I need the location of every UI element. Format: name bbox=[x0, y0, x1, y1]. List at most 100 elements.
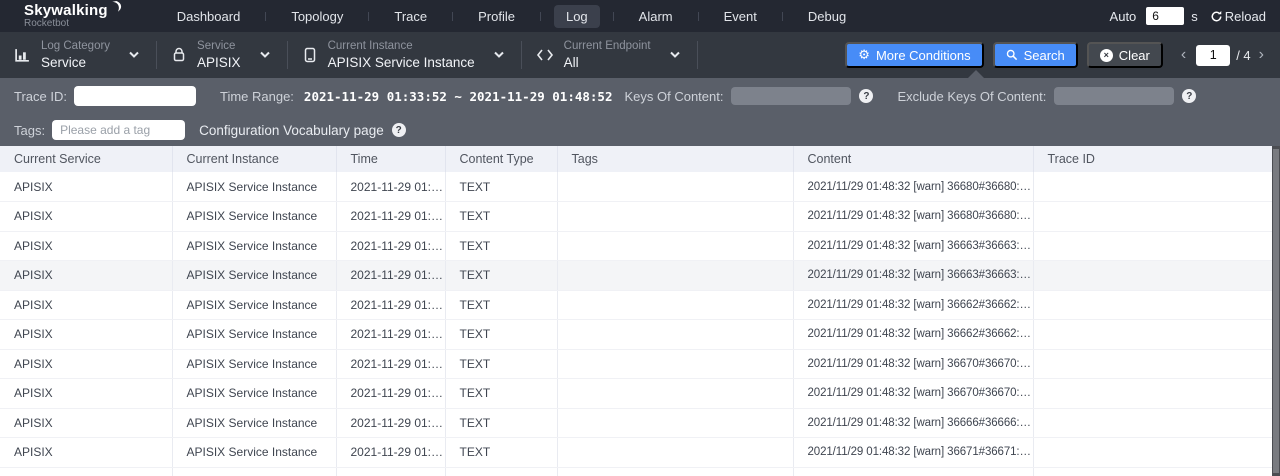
log-table-row[interactable]: APISIXAPISIX Service Instance2021-11-29 … bbox=[0, 202, 1272, 232]
selector-value: APISIX bbox=[197, 56, 241, 70]
exclude-keys-label: Exclude Keys Of Content: bbox=[897, 89, 1046, 104]
cell-trace-id bbox=[1033, 349, 1272, 379]
scrollbar-thumb[interactable] bbox=[1273, 149, 1279, 473]
cell-tags bbox=[557, 172, 793, 202]
cell-content-type: TEXT bbox=[445, 438, 557, 468]
cell-tags bbox=[557, 467, 793, 476]
tab-topology[interactable]: Topology bbox=[279, 5, 355, 28]
cell-time: 2021-11-29 01:48:52 bbox=[336, 202, 445, 232]
selector-current-endpoint[interactable]: Current EndpointAll bbox=[536, 41, 695, 69]
column-header: Current Service bbox=[0, 146, 172, 172]
tab-trace[interactable]: Trace bbox=[382, 5, 439, 28]
cell-time: 2021-11-29 01:48:52 bbox=[336, 320, 445, 350]
cell-current-instance: APISIX Service Instance bbox=[172, 379, 336, 409]
search-button[interactable]: Search bbox=[993, 42, 1078, 68]
cell-current-service: APISIX bbox=[0, 261, 172, 291]
cell-content-type: TEXT bbox=[445, 349, 557, 379]
reload-icon[interactable] bbox=[1210, 10, 1223, 23]
selector-divider bbox=[697, 41, 698, 69]
cell-content: 2021/11/29 01:48:32 [warn] 36662#36662: … bbox=[793, 320, 1033, 350]
cell-current-instance: APISIX Service Instance bbox=[172, 202, 336, 232]
endpoint-icon bbox=[536, 48, 554, 62]
page-number-input[interactable] bbox=[1196, 45, 1230, 66]
tab-log[interactable]: Log bbox=[554, 5, 600, 28]
tags-input[interactable] bbox=[52, 120, 185, 140]
popup-arrow bbox=[967, 70, 985, 79]
clear-button[interactable]: × Clear bbox=[1087, 42, 1163, 68]
vocabulary-help-icon[interactable]: ? bbox=[392, 123, 406, 137]
cell-current-instance: APISIX Service Instance bbox=[172, 172, 336, 202]
cell-current-instance: APISIX Service Instance bbox=[172, 290, 336, 320]
nav-separator bbox=[540, 12, 541, 21]
page-prev-icon[interactable]: ‹ bbox=[1177, 47, 1190, 63]
logo-title: Skywalking bbox=[24, 3, 108, 18]
keys-help-icon[interactable]: ? bbox=[859, 89, 873, 103]
trace-id-input[interactable] bbox=[74, 86, 196, 106]
log-table-row[interactable]: APISIXAPISIX Service Instance2021-11-29 … bbox=[0, 231, 1272, 261]
selector-toolbar: Log CategoryService ServiceAPISIX Current … bbox=[0, 32, 1280, 78]
time-range-value[interactable]: 2021-11-29 01:33:52 ~ 2021-11-29 01:48:5… bbox=[304, 89, 613, 104]
log-table-row[interactable]: APISIXAPISIX Service Instance2021-11-29 … bbox=[0, 320, 1272, 350]
table-header-row: Current ServiceCurrent InstanceTimeConte… bbox=[0, 146, 1272, 172]
log-table-row[interactable]: APISIXAPISIX Service Instance2021-11-29 … bbox=[0, 408, 1272, 438]
selector-service[interactable]: ServiceAPISIX bbox=[171, 41, 285, 69]
logo-swoosh-icon bbox=[109, 1, 122, 18]
log-table-row[interactable]: APISIXAPISIX Service Instance2021-11-29 … bbox=[0, 379, 1272, 409]
gear-icon: ⚙ bbox=[858, 49, 870, 62]
cell-current-service: APISIX bbox=[0, 231, 172, 261]
cell-time: 2021-11-29 01:48:52 bbox=[336, 438, 445, 468]
reload-button[interactable]: Reload bbox=[1225, 9, 1266, 24]
cell-content-type: TEXT bbox=[445, 290, 557, 320]
table-scrollbar[interactable] bbox=[1272, 146, 1280, 476]
trace-id-label: Trace ID: bbox=[14, 89, 67, 104]
nav-separator bbox=[265, 12, 266, 21]
cell-tags bbox=[557, 261, 793, 291]
cell-time: 2021-11-29 01:48:52 bbox=[336, 261, 445, 291]
cell-content: 2021/11/29 01:48:32 [warn] 36663#36663: … bbox=[793, 261, 1033, 291]
cell-current-instance: APISIX Service Instance bbox=[172, 261, 336, 291]
tab-debug[interactable]: Debug bbox=[796, 5, 858, 28]
cell-current-service: APISIX bbox=[0, 202, 172, 232]
cell-content-type: TEXT bbox=[445, 379, 557, 409]
cell-content: 2021/11/29 01:48:32 [warn] 36680#36680: … bbox=[793, 202, 1033, 232]
selector-log-category[interactable]: Log CategoryService bbox=[14, 41, 154, 69]
auto-interval-input[interactable] bbox=[1146, 7, 1184, 25]
log-table-row[interactable]: APISIXAPISIX Service Instance2021-11-29 … bbox=[0, 290, 1272, 320]
cell-trace-id bbox=[1033, 290, 1272, 320]
cell-current-service: APISIX bbox=[0, 290, 172, 320]
tab-event[interactable]: Event bbox=[712, 5, 769, 28]
tab-dashboard[interactable]: Dashboard bbox=[165, 5, 253, 28]
cell-trace-id bbox=[1033, 408, 1272, 438]
clear-label: Clear bbox=[1119, 48, 1150, 63]
cell-trace-id bbox=[1033, 261, 1272, 291]
page-next-icon[interactable]: › bbox=[1255, 47, 1268, 63]
tab-alarm[interactable]: Alarm bbox=[627, 5, 685, 28]
log-table-row[interactable]: APISIXAPISIX Service Instance2021-11-29 … bbox=[0, 438, 1272, 468]
column-header: Current Instance bbox=[172, 146, 336, 172]
tab-profile[interactable]: Profile bbox=[466, 5, 527, 28]
cell-time: 2021-11-29 01:48:52 bbox=[336, 349, 445, 379]
log-table-row[interactable]: APISIXAPISIX Service Instance2021-11-29 … bbox=[0, 172, 1272, 202]
cell-time: 2021-11-29 01:48:52 bbox=[336, 290, 445, 320]
keys-of-content-input[interactable] bbox=[731, 87, 851, 105]
log-table-row[interactable]: APISIXAPISIX Service Instance2021-11-29 … bbox=[0, 261, 1272, 291]
selector-value: All bbox=[564, 56, 651, 70]
log-table-row[interactable] bbox=[0, 467, 1272, 476]
column-header: Trace ID bbox=[1033, 146, 1272, 172]
selector-value: APISIX Service Instance bbox=[328, 56, 475, 70]
cell-current-service: APISIX bbox=[0, 320, 172, 350]
exclude-keys-help-icon[interactable]: ? bbox=[1182, 89, 1196, 103]
cell-content bbox=[793, 467, 1033, 476]
vocabulary-page-link[interactable]: Configuration Vocabulary page bbox=[199, 123, 384, 138]
cell-trace-id bbox=[1033, 320, 1272, 350]
more-conditions-button[interactable]: ⚙ More Conditions bbox=[845, 42, 983, 68]
cell-content: 2021/11/29 01:48:32 [warn] 36662#36662: … bbox=[793, 290, 1033, 320]
nav-separator bbox=[452, 12, 453, 21]
exclude-keys-input[interactable] bbox=[1054, 87, 1174, 105]
cell-current-service: APISIX bbox=[0, 379, 172, 409]
log-table-row[interactable]: APISIXAPISIX Service Instance2021-11-29 … bbox=[0, 349, 1272, 379]
cell-current-instance: APISIX Service Instance bbox=[172, 438, 336, 468]
selector-label: Current Instance bbox=[328, 41, 475, 53]
cell-content-type: TEXT bbox=[445, 261, 557, 291]
selector-current-instance[interactable]: Current Instance APISIX Service Instance bbox=[302, 41, 519, 69]
